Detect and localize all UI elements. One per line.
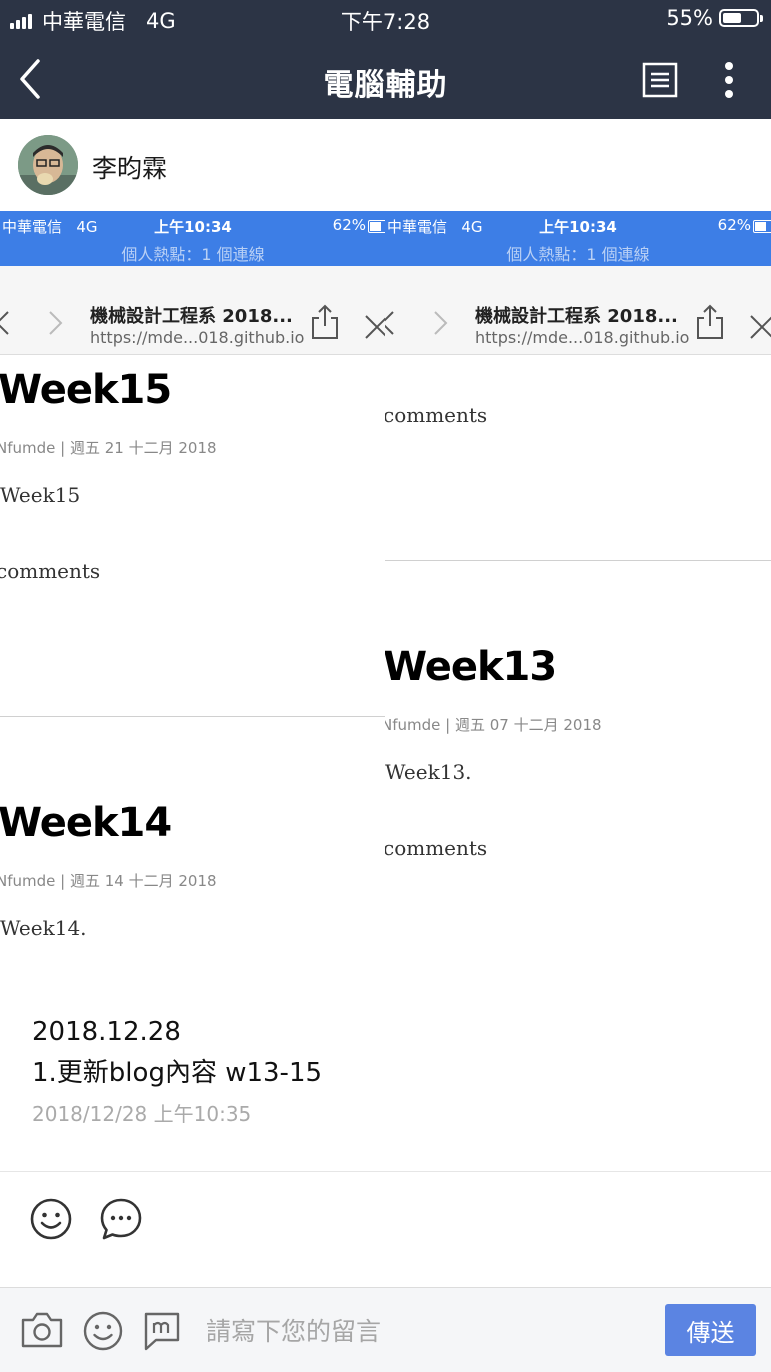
post-comments: comments (385, 836, 488, 860)
status-time: 下午7:28 (340, 10, 431, 34)
embedded-battery: 62% (332, 216, 366, 234)
post-comments: comments (0, 559, 101, 583)
smiley-icon[interactable] (28, 1196, 74, 1242)
browser-back-icon (385, 310, 397, 336)
post-body: Week13. (385, 760, 472, 784)
embedded-status-bar: 中華電信 4G 上午10:34 62% 個人熱點：1 個連線 (385, 211, 771, 266)
post-heading: Week15 (0, 367, 172, 413)
notes-icon[interactable] (642, 62, 678, 98)
battery-icon (719, 9, 763, 27)
avatar[interactable] (18, 135, 78, 195)
action-row (0, 1171, 771, 1289)
browser-url: https://mde...018.github.io (475, 328, 690, 347)
comment-composer: 傳送 (0, 1287, 771, 1372)
embedded-battery-icon (368, 220, 386, 233)
browser-title: 機械設計工程系 2018... (90, 306, 293, 327)
browser-forward-icon (46, 310, 64, 336)
close-icon (364, 314, 386, 340)
screenshot-left: 中華電信 4G 上午10:34 62% 個人熱點：1 個連線 機械設計工程系 2… (0, 211, 386, 971)
post-meta: Nfumde | 週五 07 十二月 2018 (385, 716, 602, 734)
attached-image[interactable]: 中華電信 4G 上午10:34 62% 個人熱點：1 個連線 機械設計工程系 2… (0, 211, 771, 971)
camera-icon[interactable] (20, 1311, 64, 1349)
post-meta: Nfumde | 週五 14 十二月 2018 (0, 872, 217, 890)
caption-line: 2018.12.28 (32, 1017, 181, 1047)
caption-line: 1.更新blog內容 w13-15 (32, 1058, 323, 1088)
hotspot-banner: 個人熱點：1 個連線 (121, 245, 265, 264)
send-button[interactable]: 傳送 (665, 1304, 756, 1356)
post-heading: Week13 (385, 644, 557, 690)
screenshot-right: 中華電信 4G 上午10:34 62% 個人熱點：1 個連線 機械設計工程系 2… (385, 211, 771, 971)
post-comments: comments (385, 403, 488, 427)
author-name[interactable]: 李昀霖 (92, 149, 167, 185)
browser-title: 機械設計工程系 2018... (475, 306, 678, 327)
browser-forward-icon (431, 310, 449, 336)
post-caption: 2018.12.28 1.更新blog內容 w13-15 2018/12/28 … (32, 1012, 322, 1134)
divider (385, 560, 771, 561)
hotspot-banner: 個人熱點：1 個連線 (506, 245, 650, 264)
embedded-battery-icon (753, 220, 771, 233)
more-icon[interactable] (714, 60, 744, 100)
comment-icon[interactable] (98, 1196, 144, 1242)
status-bar: 中華電信 4G 下午7:28 55% (0, 0, 771, 40)
emoji-icon[interactable] (82, 1310, 124, 1352)
divider (0, 716, 386, 717)
close-icon (749, 314, 771, 340)
comment-input[interactable] (204, 1306, 648, 1356)
post-timestamp: 2018/12/28 上午10:35 (32, 1102, 252, 1126)
embedded-browser-bar: 機械設計工程系 2018... https://mde...018.github… (385, 266, 771, 355)
nav-bar: 電腦輔助 (0, 40, 771, 119)
post-meta: Nfumde | 週五 21 十二月 2018 (0, 439, 217, 457)
battery-percent: 55% (666, 6, 713, 30)
embedded-time: 上午10:34 (539, 218, 617, 236)
share-icon (310, 304, 340, 340)
post-heading: Week14 (0, 800, 172, 846)
post-body: Week14. (0, 916, 87, 940)
sticker-icon[interactable] (142, 1310, 182, 1352)
embedded-browser-bar: 機械設計工程系 2018... https://mde...018.github… (0, 266, 386, 355)
post-body: Week15 (0, 483, 81, 507)
embedded-status-bar: 中華電信 4G 上午10:34 62% 個人熱點：1 個連線 (0, 211, 386, 266)
author-row: 李昀霖 (0, 119, 771, 211)
embedded-time: 上午10:34 (154, 218, 232, 236)
share-icon (695, 304, 725, 340)
embedded-battery: 62% (717, 216, 751, 234)
browser-url: https://mde...018.github.io (90, 328, 305, 347)
browser-back-icon (0, 310, 12, 336)
